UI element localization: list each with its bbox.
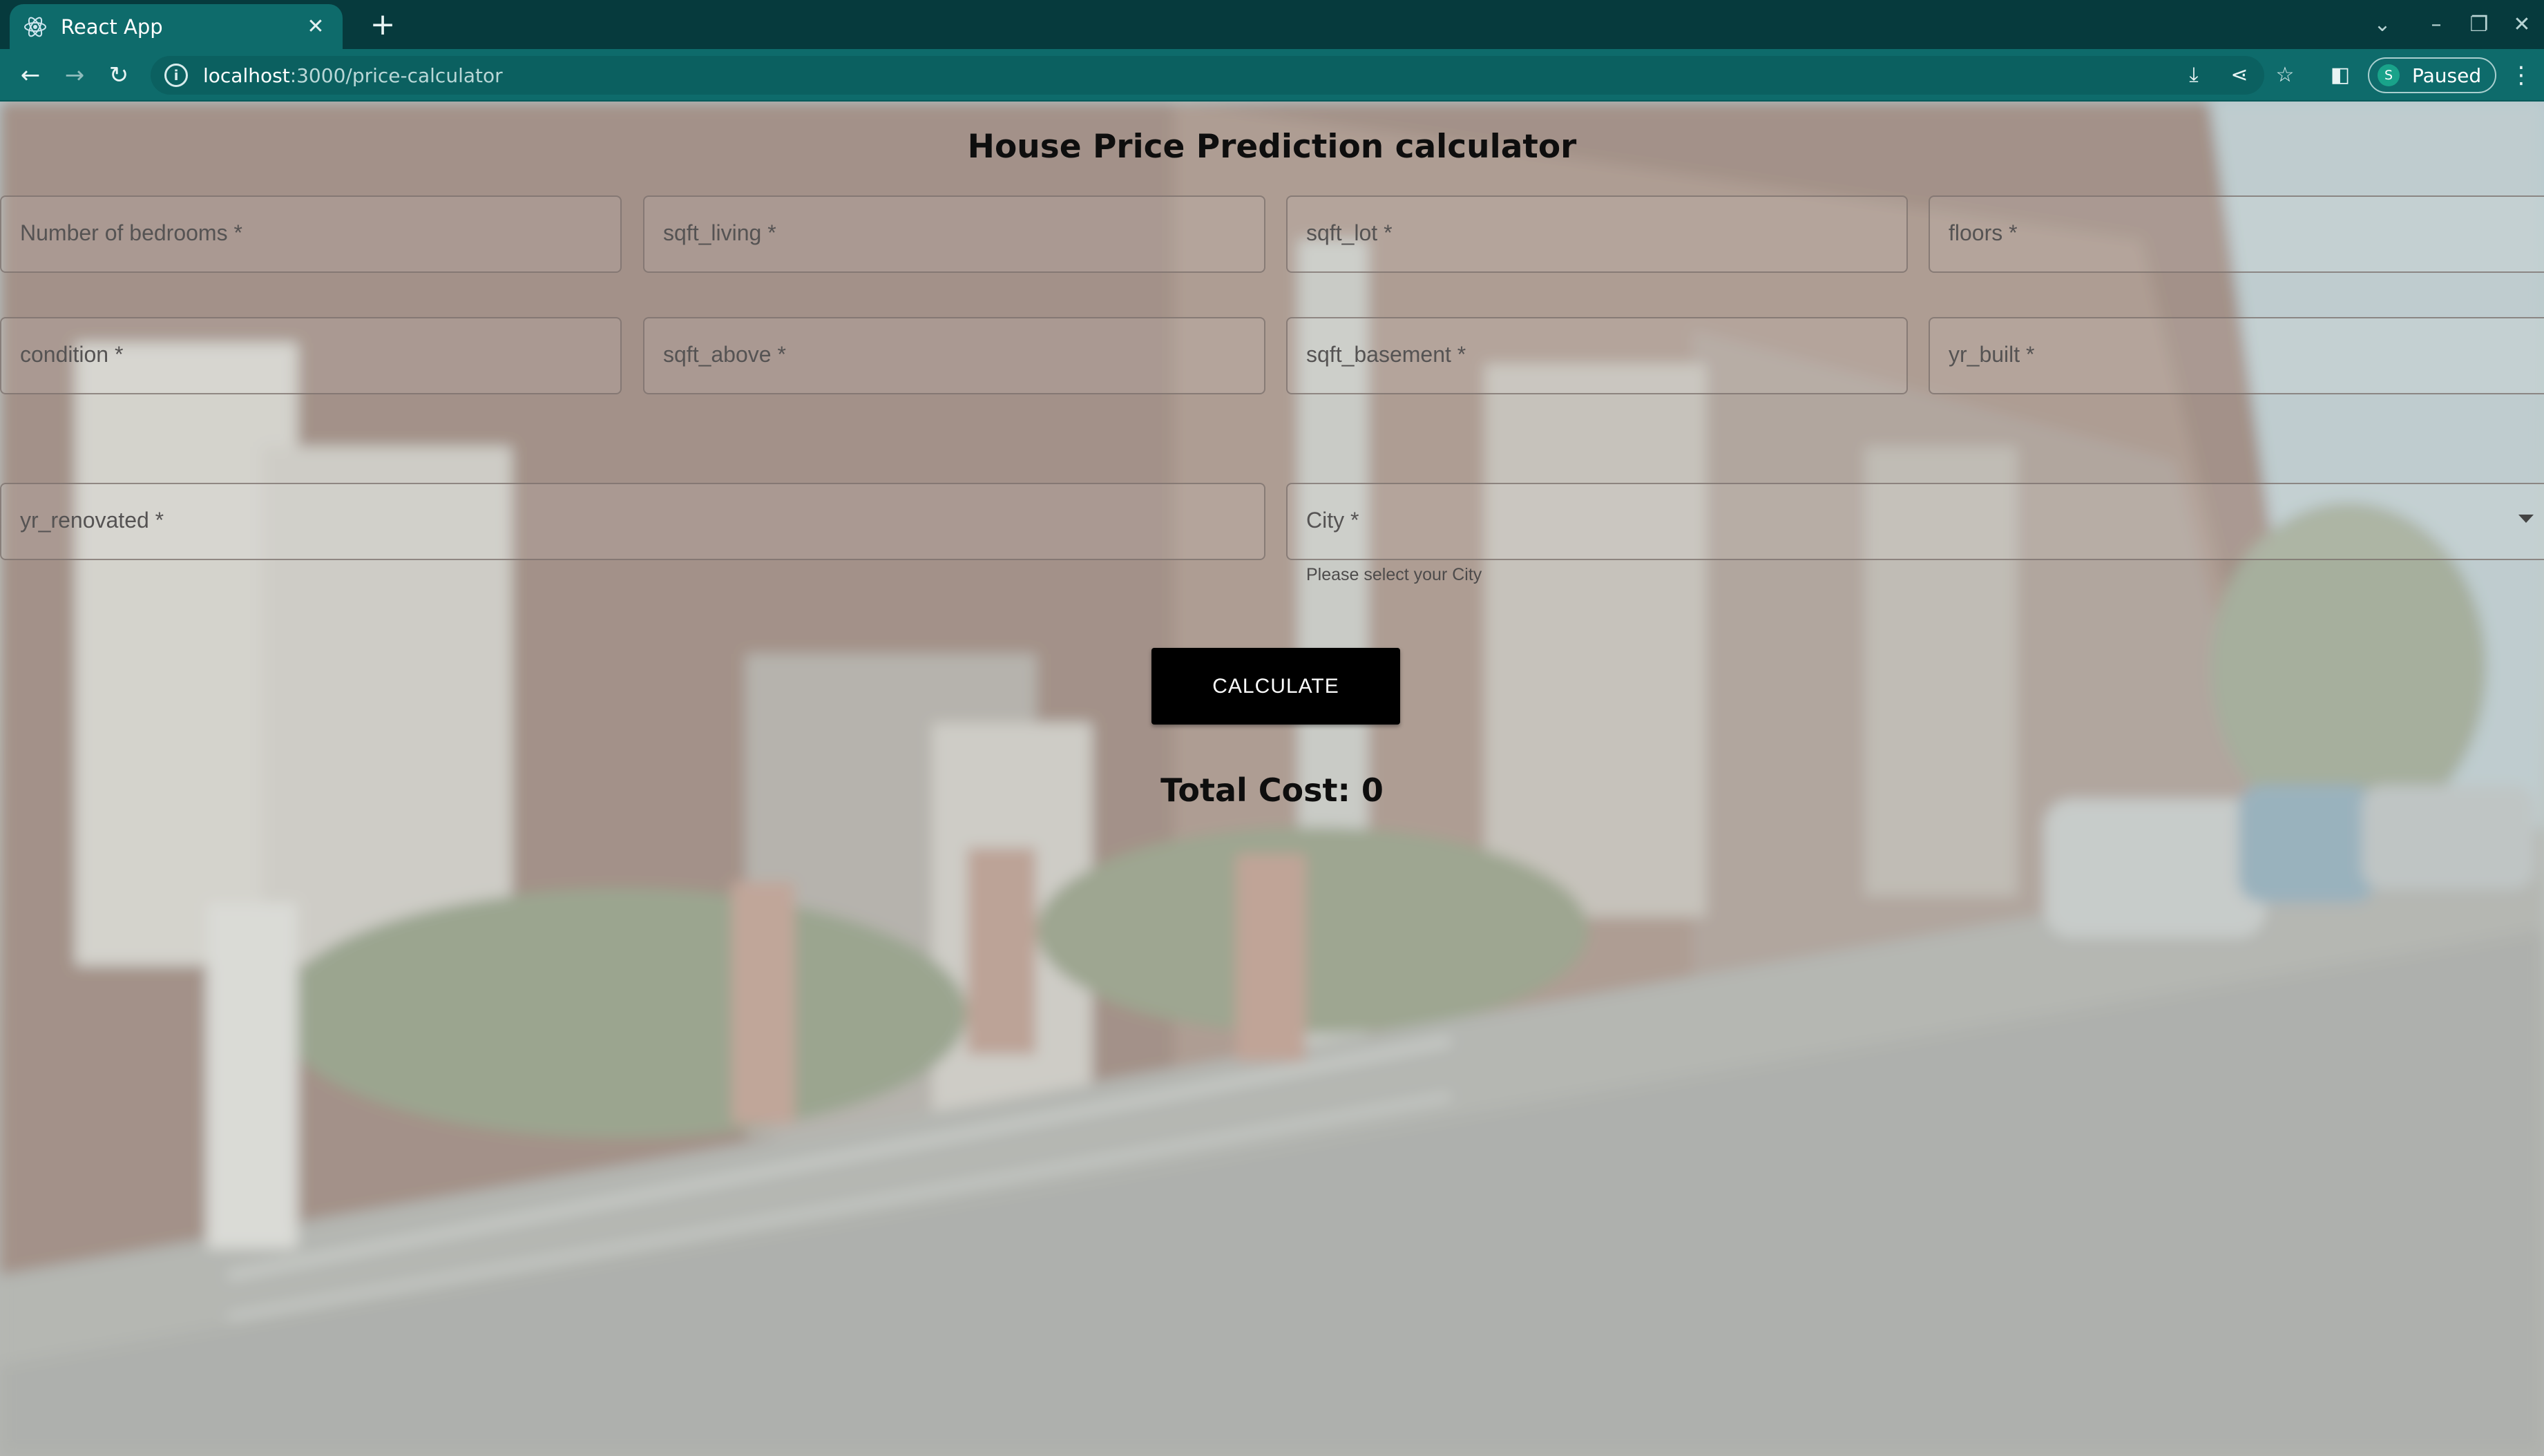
reload-icon[interactable]: ↻ (102, 59, 135, 92)
floors-label: floors * (1949, 220, 2018, 245)
city-helper-text: Please select your City (1306, 565, 1482, 584)
side-panel-icon[interactable]: ◧ (2324, 59, 2357, 92)
city-label: City * (1306, 508, 1359, 533)
new-tab-icon[interactable]: + (362, 7, 403, 43)
bedrooms-field[interactable]: Number of bedrooms * (0, 195, 622, 273)
share-icon[interactable]: ⋖ (2223, 59, 2256, 92)
total-cost: Total Cost: 0 (1160, 772, 1384, 809)
sqft-basement-field[interactable]: sqft_basement * (1286, 317, 1908, 394)
sqft-lot-label: sqft_lot * (1306, 220, 1393, 245)
restore-icon[interactable]: ❐ (2459, 8, 2499, 41)
calculate-button[interactable]: CALCULATE (1151, 648, 1400, 725)
floors-field[interactable]: floors * (1929, 195, 2544, 273)
sqft-above-field[interactable]: sqft_above * (643, 317, 1265, 394)
minimize-icon[interactable]: – (2416, 8, 2456, 41)
close-window-icon[interactable]: ✕ (2502, 8, 2542, 41)
browser-tab[interactable]: React App ✕ (10, 4, 343, 49)
menu-dots-icon[interactable]: ⋮ (2509, 59, 2534, 92)
address-bar[interactable]: i localhost :3000/price-calculator (151, 56, 2264, 95)
page-title: House Price Prediction calculator (967, 128, 1577, 166)
site-info-icon[interactable]: i (164, 64, 188, 87)
sqft-living-field[interactable]: sqft_living * (643, 195, 1265, 273)
bedrooms-label: Number of bedrooms * (20, 220, 242, 245)
sqft-lot-field[interactable]: sqft_lot * (1286, 195, 1908, 273)
profile-button[interactable]: S Paused (2368, 57, 2496, 93)
condition-field[interactable]: condition * (0, 317, 622, 394)
condition-label: condition * (20, 342, 124, 367)
avatar: S (2378, 64, 2400, 86)
profile-status: Paused (2412, 64, 2482, 87)
sqft-living-label: sqft_living * (663, 220, 776, 245)
yr-renovated-field[interactable]: yr_renovated * (0, 483, 1265, 560)
city-select[interactable]: City * (1286, 483, 2544, 560)
url-host: localhost (203, 64, 290, 87)
dropdown-arrow-icon[interactable] (2518, 515, 2534, 523)
yr-renovated-label: yr_renovated * (20, 508, 164, 533)
bookmark-star-icon[interactable]: ☆ (2268, 59, 2302, 92)
sqft-above-label: sqft_above * (663, 342, 786, 367)
back-icon[interactable]: ← (14, 59, 47, 92)
page-viewport: House Price Prediction calculator Number… (0, 102, 2544, 1456)
browser-toolbar: ← → ↻ i localhost :3000/price-calculator… (0, 49, 2544, 102)
react-favicon (23, 15, 47, 39)
browser-titlebar: React App ✕ + ⌄ – ❐ ✕ (0, 0, 2544, 49)
tab-close-icon[interactable]: ✕ (303, 15, 329, 39)
tab-search-icon[interactable]: ⌄ (2362, 8, 2402, 41)
sqft-basement-label: sqft_basement * (1306, 342, 1466, 367)
install-icon[interactable]: ⤓ (2177, 59, 2210, 92)
yr-built-label: yr_built * (1949, 342, 2035, 367)
tab-title: React App (61, 15, 163, 39)
yr-built-field[interactable]: yr_built * (1929, 317, 2544, 394)
forward-icon[interactable]: → (58, 59, 91, 92)
url-path: :3000/price-calculator (289, 64, 503, 87)
